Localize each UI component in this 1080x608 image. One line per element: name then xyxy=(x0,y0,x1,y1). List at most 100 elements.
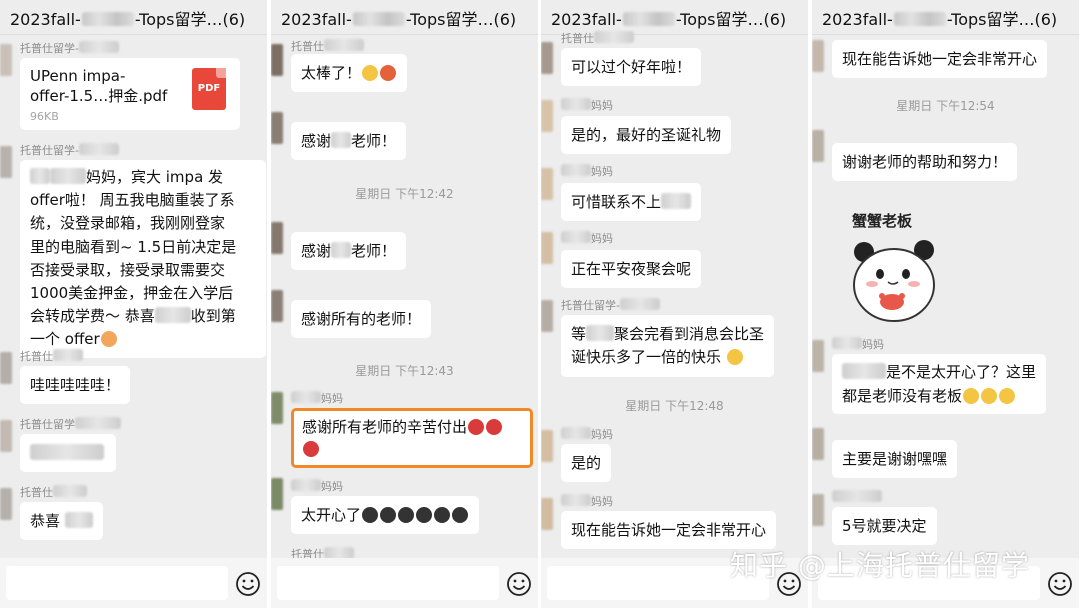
sender-name: 妈妈 xyxy=(561,230,613,246)
pdf-file-icon: PDF xyxy=(192,68,226,110)
avatar[interactable] xyxy=(271,290,283,322)
sticker-caption: 蟹蟹老板 xyxy=(852,212,913,230)
avatar[interactable] xyxy=(812,40,824,72)
message-bubble[interactable]: 恭喜 xyxy=(20,502,103,540)
avatar[interactable] xyxy=(541,100,553,132)
timestamp: 星期日 下午12:43 xyxy=(355,364,454,378)
sender-name: 妈妈 xyxy=(561,97,613,113)
sender-name: 托普仕 xyxy=(20,348,83,364)
rose-emoji-icon xyxy=(303,441,319,457)
file-name: UPenn impa-offer-1.5…押金.pdf xyxy=(30,67,168,105)
thumbs-up-emoji-icon xyxy=(362,65,379,81)
message-bubble[interactable]: 是的 xyxy=(561,444,612,482)
rose-emoji-icon xyxy=(486,419,503,435)
message-bubble[interactable]: 谢谢老师的帮助和努力！ xyxy=(832,143,1018,181)
panda-sticker-icon[interactable] xyxy=(842,230,942,326)
avatar[interactable] xyxy=(271,44,283,76)
party-emoji-icon xyxy=(100,331,117,348)
chat-panel-2: 2023fall- -Tops留学…(6) 托普仕 太棒了！ 感谢 老师！ 星期日 … xyxy=(271,0,538,608)
input-bar xyxy=(271,558,538,608)
avatar[interactable] xyxy=(541,430,553,462)
grinning-emoji-icon xyxy=(981,388,998,404)
sender-name: 托普仕留学- xyxy=(20,142,119,158)
sender-name: 托普仕 xyxy=(20,484,87,500)
avatar[interactable] xyxy=(271,222,283,254)
avatar[interactable] xyxy=(812,130,824,162)
chat-title: 2023fall- -Tops留学…(6) xyxy=(281,10,517,29)
watermark: 知乎 @上海托普仕留学 xyxy=(730,549,1030,582)
chat-panel-3: 2023fall- -Tops留学…(6) 托普仕 可以过个好年啦！ 妈妈 是的，… xyxy=(541,0,808,608)
message-bubble[interactable]: 是的，最好的圣诞礼物 xyxy=(561,116,732,154)
message-bubble[interactable]: 哇哇哇哇哇！ xyxy=(20,366,131,404)
file-attachment[interactable]: UPenn impa-offer-1.5…押金.pdf 96KB PDF xyxy=(20,58,240,130)
chat-title: 2023fall- -Tops留学…(6) xyxy=(822,10,1058,29)
message-bubble[interactable]: 5号就要决定 xyxy=(832,507,937,545)
sender-name: 妈妈 xyxy=(561,493,613,509)
message-bubble[interactable]: 等聚会完看到消息会比圣 诞快乐多了一倍的快乐 xyxy=(561,315,775,377)
rose-emoji-icon xyxy=(468,419,485,435)
sender-name xyxy=(832,490,882,504)
message-input[interactable] xyxy=(6,566,228,600)
sender-name: 托普仕 xyxy=(561,30,634,46)
grin-emoji-icon xyxy=(726,349,743,365)
message-bubble[interactable]: 感谢所有的老师！ xyxy=(291,300,432,338)
avatar[interactable] xyxy=(541,498,553,530)
sender-name: 妈妈 xyxy=(561,163,613,179)
message-bubble[interactable]: 正在平安夜聚会呢 xyxy=(561,250,702,288)
penguin-emoji-icon xyxy=(380,507,397,523)
message-bubble[interactable]: 感谢 老师！ xyxy=(291,232,407,270)
avatar[interactable] xyxy=(0,352,12,384)
message-bubble[interactable]: 太棒了！ xyxy=(291,54,408,92)
avatar[interactable] xyxy=(812,494,824,526)
timestamp: 星期日 下午12:42 xyxy=(355,187,454,201)
avatar[interactable] xyxy=(0,146,12,178)
message-bubble[interactable]: 主要是谢谢嘿嘿 xyxy=(832,440,958,478)
message-input[interactable] xyxy=(277,566,499,600)
smiley-face-icon[interactable] xyxy=(506,571,532,597)
penguin-emoji-icon xyxy=(362,507,379,523)
penguin-emoji-icon xyxy=(434,507,451,523)
penguin-emoji-icon xyxy=(416,507,433,523)
divider xyxy=(0,34,267,35)
message-bubble[interactable]: 太开心了 xyxy=(291,496,480,534)
smiley-face-icon[interactable] xyxy=(1047,571,1073,597)
sender-name: 托普仕留学- xyxy=(20,40,119,56)
avatar[interactable] xyxy=(0,44,12,76)
avatar[interactable] xyxy=(271,112,283,144)
grinning-emoji-icon xyxy=(999,388,1016,404)
message-bubble-highlighted[interactable]: 感谢所有老师的辛苦付出 xyxy=(291,408,533,468)
avatar[interactable] xyxy=(271,478,283,510)
avatar[interactable] xyxy=(541,232,553,264)
chat-title: 2023fall- -Tops留学…(6) xyxy=(551,10,787,29)
timestamp: 星期日 下午12:48 xyxy=(625,399,724,413)
party-popper-emoji-icon xyxy=(380,65,397,81)
sender-name: 妈妈 xyxy=(291,390,343,406)
grinning-emoji-icon xyxy=(963,388,980,404)
smiley-face-icon[interactable] xyxy=(235,571,261,597)
input-bar xyxy=(0,558,267,608)
avatar[interactable] xyxy=(812,428,824,460)
sender-name: 托普仕留学 xyxy=(20,416,121,432)
avatar[interactable] xyxy=(812,340,824,372)
message-bubble[interactable]: 可惜联系不上 xyxy=(561,183,702,221)
message-bubble[interactable]: 可以过个好年啦！ xyxy=(561,48,702,86)
sender-name: 托普仕 xyxy=(291,38,364,54)
avatar[interactable] xyxy=(541,42,553,74)
avatar[interactable] xyxy=(0,420,12,452)
message-bubble[interactable]: 现在能告诉她一定会非常开心 xyxy=(832,40,1048,78)
sender-name: 托普仕留学- xyxy=(561,297,660,313)
message-bubble[interactable] xyxy=(20,434,116,472)
divider xyxy=(812,34,1079,35)
sender-name: 妈妈 xyxy=(832,336,884,352)
message-bubble[interactable]: 妈妈，宾大 impa 发 offer啦！ 周五我电脑重装了系 统，没登录邮箱，我… xyxy=(20,160,266,358)
avatar[interactable] xyxy=(0,488,12,520)
avatar[interactable] xyxy=(541,168,553,200)
avatar[interactable] xyxy=(271,392,283,424)
message-bubble[interactable]: 感谢 老师！ xyxy=(291,122,407,160)
message-bubble[interactable]: 是不是太开心了？这里 都是老师没有老板 xyxy=(832,354,1047,414)
chat-panel-1: 2023fall- -Tops留学…(6) 托普仕留学- UPenn impa-o… xyxy=(0,0,267,608)
sender-name: 妈妈 xyxy=(561,426,613,442)
avatar[interactable] xyxy=(541,300,553,332)
chat-title: 2023fall- -Tops留学…(6) xyxy=(10,10,246,29)
timestamp: 星期日 下午12:54 xyxy=(896,99,995,113)
